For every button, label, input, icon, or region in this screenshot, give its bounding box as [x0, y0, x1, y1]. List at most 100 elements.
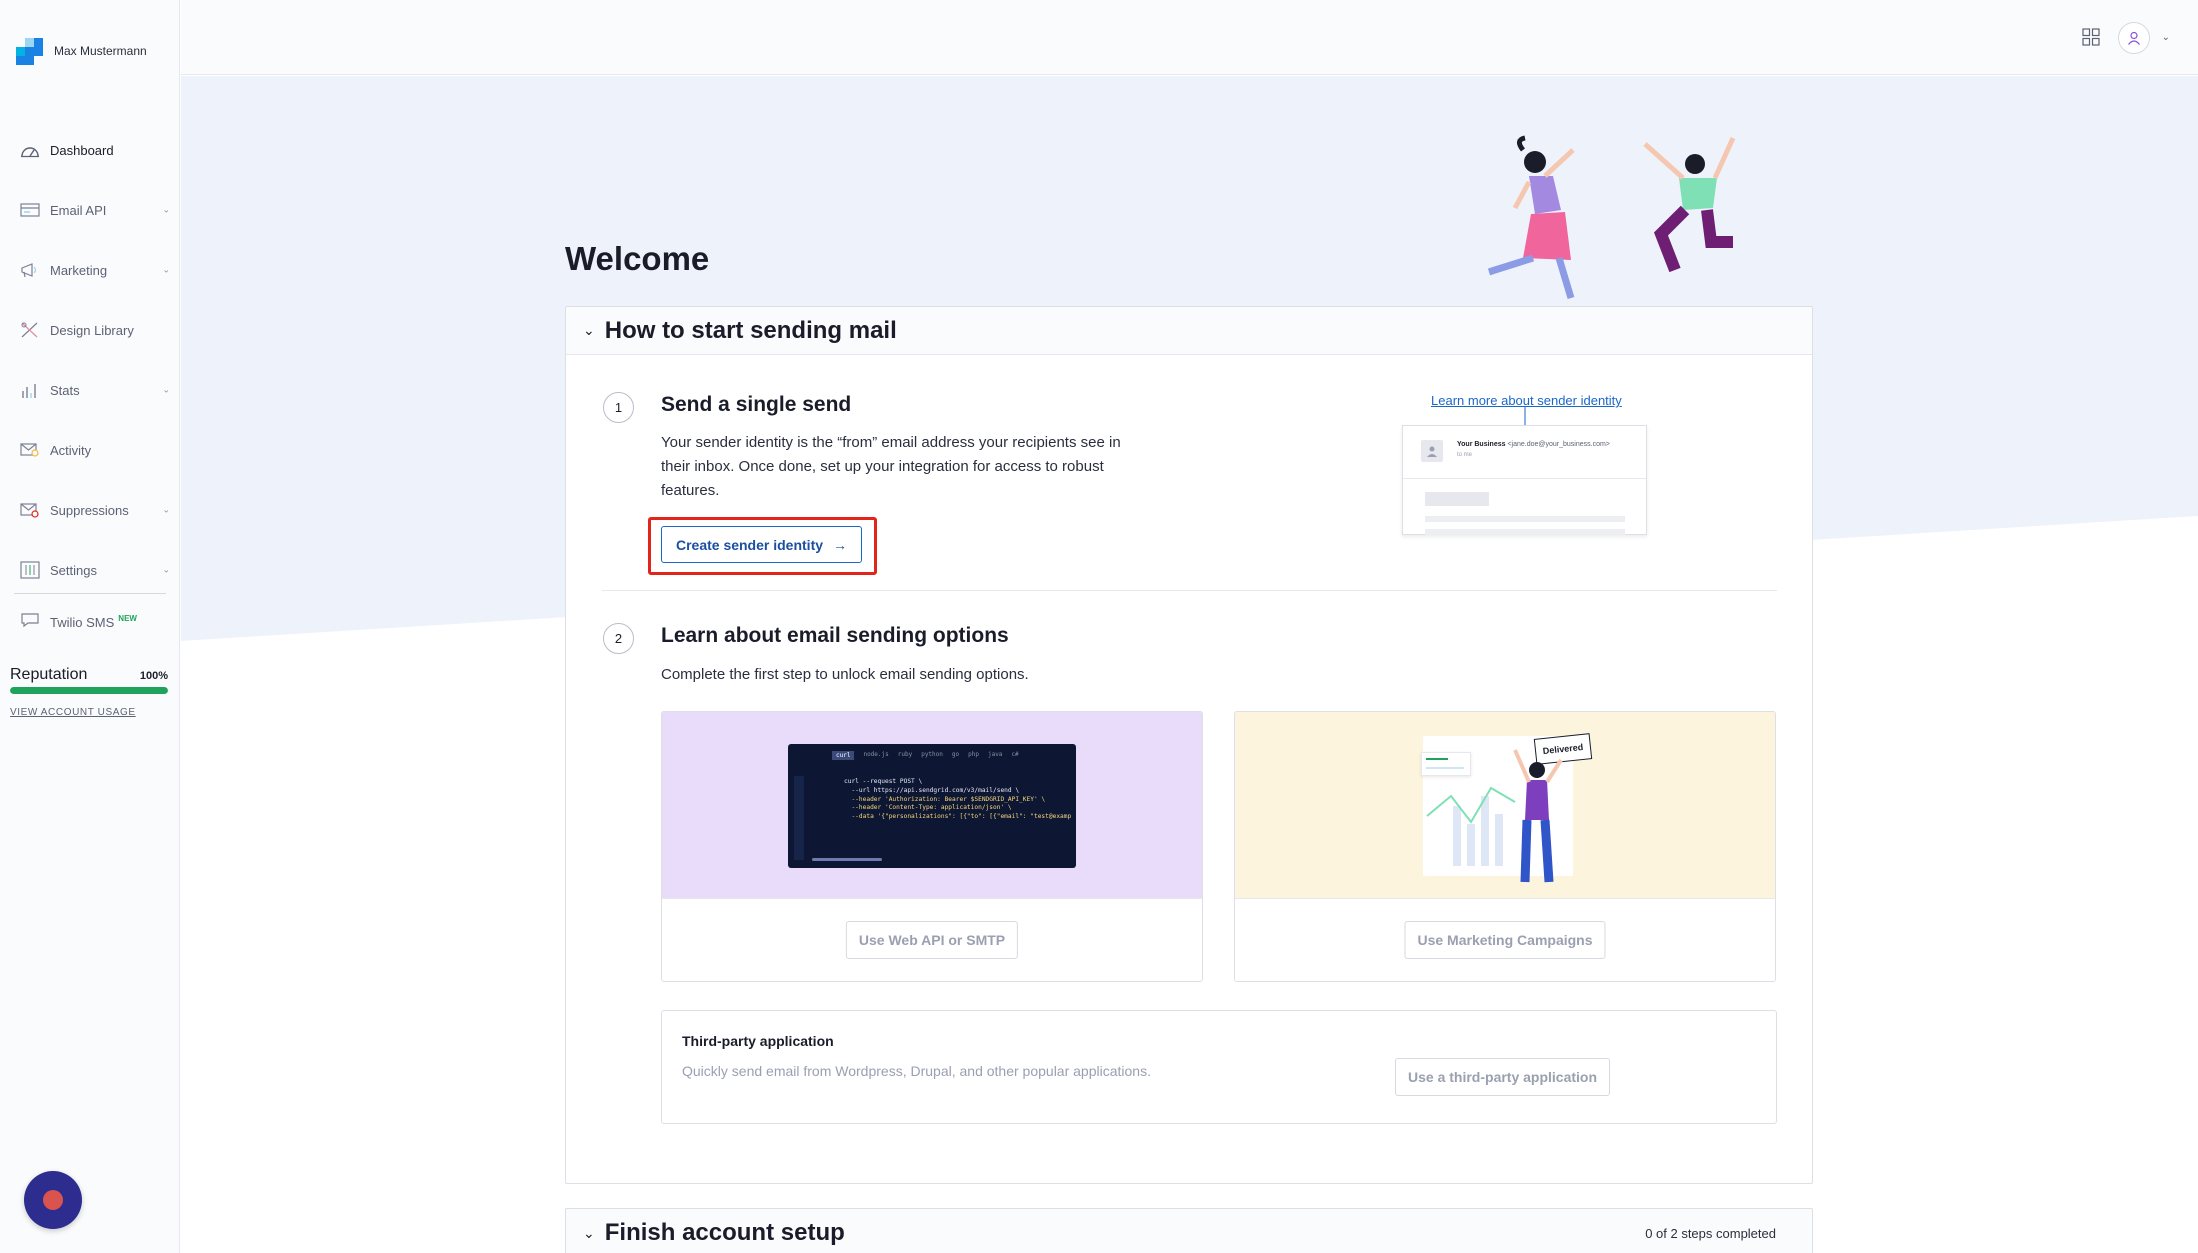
gauge-icon: [20, 140, 40, 160]
preview-sender-name: Your Business: [1457, 441, 1506, 448]
code-tab: java: [987, 751, 1003, 758]
chat-bubble-icon: [20, 612, 40, 633]
design-tools-icon: [20, 320, 40, 340]
code-snippet: curl --request POST \ --url https://api.…: [844, 778, 1071, 822]
section-title: How to start sending mail: [604, 316, 897, 344]
create-sender-identity-button[interactable]: Create sender identity →: [661, 526, 862, 563]
use-marketing-campaigns-button[interactable]: Use Marketing Campaigns: [1404, 921, 1606, 959]
new-badge: NEW: [118, 614, 137, 623]
step-description-1: Your sender identity is the “from” email…: [661, 434, 1121, 499]
step-title-2: Learn about email sending options: [661, 624, 1009, 647]
sidebar-item-label: Stats: [50, 382, 80, 398]
sidebar-item-suppressions[interactable]: Suppressions ⌄: [0, 480, 180, 540]
chevron-down-icon: ⌄: [583, 322, 595, 338]
mail-search-icon: [20, 440, 40, 460]
code-tabs: curl node.js ruby python go php java c#: [832, 751, 1019, 760]
third-party-card: Third-party application Quickly send ema…: [661, 1010, 1777, 1124]
chevron-down-icon: ⌄: [162, 264, 170, 275]
option-card-marketing: Delivered Use Marketing Campaigns: [1234, 711, 1776, 982]
option-card-api: curl node.js ruby python go php java c# curl --…: [661, 711, 1203, 982]
use-web-api-button[interactable]: Use Web API or SMTP: [845, 921, 1019, 959]
sidebar-divider: [14, 593, 166, 594]
code-tab: go: [951, 751, 960, 758]
step-divider: [602, 590, 1777, 591]
sidebar-item-dashboard[interactable]: Dashboard: [0, 120, 180, 180]
sidebar-item-label: Settings: [50, 562, 97, 578]
step-title-1: Send a single send: [661, 393, 852, 416]
chevron-down-icon: ⌄: [162, 204, 170, 215]
user-icon: [2128, 31, 2140, 45]
sidebar-item-twilio-sms[interactable]: Twilio SMS NEW: [20, 612, 137, 633]
use-third-party-button[interactable]: Use a third-party application: [1395, 1058, 1611, 1096]
section-header-how-to-start[interactable]: ⌄ How to start sending mail: [566, 307, 1812, 355]
code-tab: python: [921, 751, 943, 758]
megaphone-icon: [20, 260, 40, 280]
account-name: Max Mustermann: [54, 44, 147, 58]
api-illustration: curl node.js ruby python go php java c# curl --…: [662, 712, 1202, 899]
chat-launcher-button[interactable]: [24, 1171, 82, 1229]
code-tab: curl: [832, 751, 855, 760]
reputation-bar-fill: [10, 687, 168, 694]
brand[interactable]: Max Mustermann: [16, 38, 147, 65]
step-number-1: 1: [603, 392, 634, 423]
step-number-2: 2: [603, 623, 634, 654]
sender-preview: Your Business <jane.doe@your_business.co…: [1402, 425, 1647, 535]
sidebar-item-email-api[interactable]: Email API ⌄: [0, 180, 180, 240]
chevron-down-icon: ⌄: [162, 384, 170, 395]
code-line: --header 'Authorization: Bearer $SENDGRI…: [844, 795, 1046, 803]
chat-dot-icon: [43, 1190, 63, 1210]
code-line: --header 'Content-Type: application/json…: [844, 804, 1012, 812]
reputation-bar: [10, 687, 168, 694]
code-window: curl node.js ruby python go php java c# curl --…: [788, 744, 1076, 868]
sidebar-item-label: Twilio SMS: [50, 615, 115, 630]
code-tab: node.js: [863, 751, 889, 758]
person-figure: [1513, 749, 1563, 883]
code-tab: ruby: [897, 751, 913, 758]
code-line: --url https://api.sendgrid.com/v3/mail/s…: [844, 786, 1020, 794]
sidebar: Max Mustermann Dashboard Email API ⌄ Mar…: [0, 0, 180, 1253]
sidebar-item-activity[interactable]: Activity: [0, 420, 180, 480]
envelope-code-icon: [20, 200, 40, 220]
page-title: Welcome: [565, 240, 710, 277]
topbar: ⌄: [181, 0, 2198, 75]
code-tab: php: [968, 751, 979, 758]
learn-more-sender-identity-link[interactable]: Learn more about sender identity: [1431, 393, 1622, 408]
sidebar-item-marketing[interactable]: Marketing ⌄: [0, 240, 180, 300]
app-switcher-icon[interactable]: [2082, 28, 2100, 46]
sidebar-item-design-library[interactable]: Design Library: [0, 300, 180, 360]
sidebar-item-settings[interactable]: Settings ⌄: [0, 540, 180, 600]
mail-block-icon: [20, 500, 40, 520]
step-description-2: Complete the first step to unlock email …: [661, 666, 1029, 683]
preview-to: to me: [1457, 452, 1473, 458]
sidebar-item-stats[interactable]: Stats ⌄: [0, 360, 180, 420]
user-avatar-button[interactable]: [2118, 22, 2150, 54]
sidebar-item-label: Dashboard: [50, 142, 114, 158]
reputation-label: Reputation: [10, 666, 88, 683]
bar-chart-icon: [20, 380, 40, 400]
sidebar-item-label: Suppressions: [50, 502, 129, 518]
chevron-down-icon[interactable]: ⌄: [2162, 32, 2170, 43]
sendgrid-logo-icon: [16, 38, 43, 65]
sidebar-item-label: Email API: [50, 202, 107, 218]
section-header-finish-setup[interactable]: ⌄ Finish account setup 0 of 2 steps comp…: [566, 1209, 1812, 1253]
celebration-illustration: [1487, 135, 1736, 300]
how-to-start-card: ⌄ How to start sending mail 1 Send a sin…: [565, 306, 1813, 1184]
sidebar-item-label: Design Library: [50, 322, 134, 338]
setup-progress: 0 of 2 steps completed: [1645, 1225, 1776, 1241]
code-tab: c#: [1011, 751, 1019, 758]
reputation-value: 100%: [139, 670, 168, 682]
marketing-illustration: Delivered: [1235, 712, 1775, 899]
section-title: Finish account setup: [604, 1219, 845, 1246]
chevron-down-icon: ⌄: [162, 564, 170, 575]
sidebar-item-label: Activity: [50, 442, 92, 458]
button-label: Create sender identity: [675, 536, 824, 553]
view-account-usage-link[interactable]: VIEW ACCOUNT USAGE: [10, 707, 136, 718]
sliders-icon: [20, 560, 40, 580]
finish-account-setup-card: ⌄ Finish account setup 0 of 2 steps comp…: [565, 1208, 1813, 1253]
code-line: --data '{"personalizations": [{"to": [{"…: [844, 813, 1072, 821]
code-line: curl --request POST \: [844, 778, 923, 785]
third-party-title: Third-party application: [682, 1033, 834, 1049]
reputation-meter: Reputation 100%: [10, 666, 168, 694]
user-icon: [1421, 440, 1443, 462]
chevron-down-icon: ⌄: [162, 504, 170, 515]
